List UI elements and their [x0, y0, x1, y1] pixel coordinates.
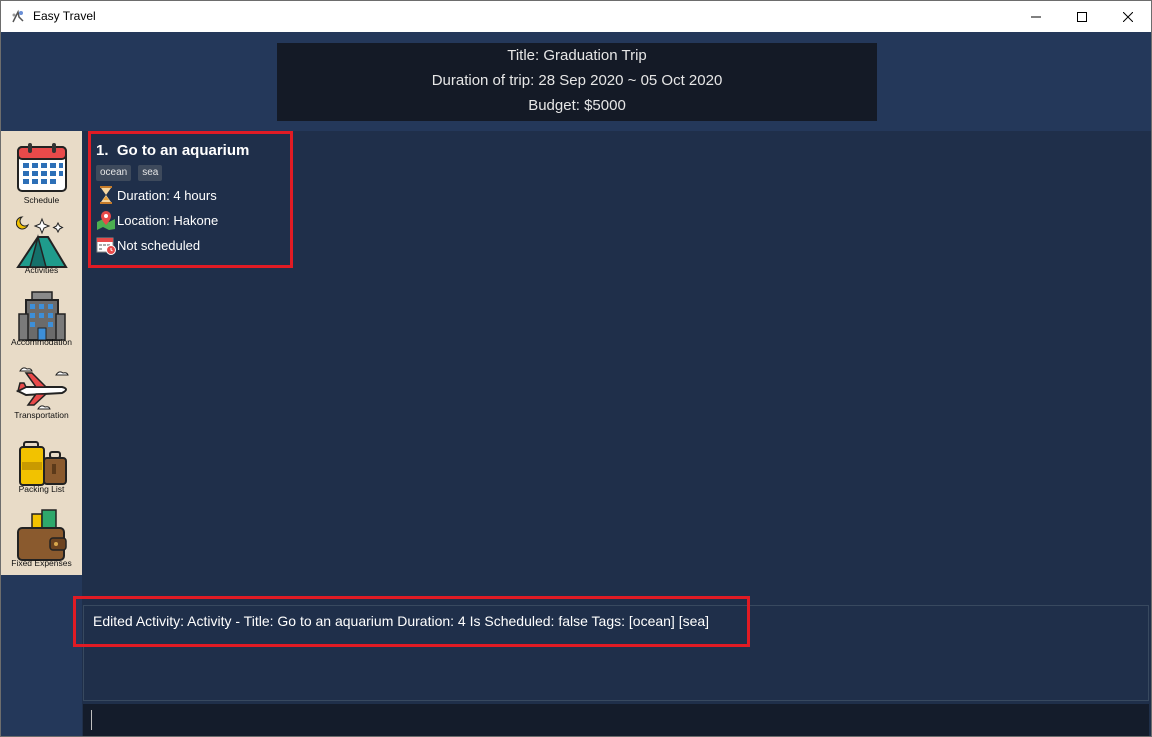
sidebar-item-label: Activities — [24, 265, 59, 275]
sidebar-item-accommodation[interactable]: Accommodation — [1, 282, 82, 354]
close-icon — [1123, 12, 1133, 22]
sidebar: Schedule Activities Accommodation Transp… — [1, 131, 82, 575]
command-box[interactable] — [83, 704, 1149, 736]
sidebar-item-activities[interactable]: Activities — [1, 209, 82, 281]
result-display: Edited Activity: Activity - Title: Go to… — [83, 605, 1149, 701]
trip-title: Title: Graduation Trip — [507, 47, 647, 64]
sidebar-item-transportation[interactable]: Transportation — [1, 355, 82, 427]
header-band: Title: Graduation Trip Duration of trip:… — [1, 32, 1151, 131]
tent-icon — [16, 216, 68, 268]
wallet-icon — [17, 509, 67, 561]
activity-title: 1. Go to an aquarium — [96, 142, 250, 159]
sidebar-item-schedule[interactable]: Schedule — [1, 136, 82, 208]
hotel-icon — [18, 291, 66, 341]
map-pin-icon — [96, 210, 116, 230]
calendar-icon — [17, 143, 67, 192]
maximize-icon — [1077, 12, 1087, 22]
sidebar-item-label: Schedule — [23, 195, 60, 205]
schedule-text: Not scheduled — [117, 237, 201, 253]
minimize-icon — [1031, 16, 1041, 18]
activity-card[interactable]: 1. Go to an aquarium ocean sea Duration:… — [88, 134, 288, 266]
sidebar-item-label: Accommodation — [11, 337, 72, 347]
activity-duration: Duration: 4 hours — [96, 184, 217, 206]
sidebar-item-label: Transportation — [14, 410, 69, 420]
airplane-icon — [16, 367, 69, 410]
tag-list: ocean sea — [96, 165, 163, 181]
window-title: Easy Travel — [33, 9, 96, 23]
sidebar-item-packing-list[interactable]: Packing List — [1, 428, 82, 500]
close-button[interactable] — [1105, 1, 1151, 33]
sidebar-item-label: Packing List — [18, 484, 65, 494]
tag-badge: ocean — [96, 165, 132, 181]
title-bar: Easy Travel — [1, 0, 1151, 33]
trip-info-panel: Title: Graduation Trip Duration of trip:… — [277, 43, 877, 121]
tag-badge: sea — [138, 165, 163, 181]
hourglass-icon — [96, 185, 116, 205]
location-text: Location: Hakone — [117, 212, 219, 228]
calendar-clock-icon — [96, 235, 116, 255]
activity-schedule-status: Not scheduled — [96, 234, 200, 256]
sidebar-footer — [1, 575, 82, 736]
luggage-icon — [19, 441, 67, 486]
minimize-button[interactable] — [1013, 1, 1059, 33]
trip-budget: Budget: $5000 — [528, 97, 626, 114]
duration-text: Duration: 4 hours — [117, 187, 217, 203]
text-caret — [91, 710, 92, 730]
app-window: Easy Travel Title: Graduation Trip Durat… — [0, 0, 1152, 737]
trip-duration: Duration of trip: 28 Sep 2020 ~ 05 Oct 2… — [431, 72, 723, 89]
sidebar-item-fixed-expenses[interactable]: Fixed Expenses — [1, 502, 82, 574]
app-logo-icon — [10, 9, 26, 25]
maximize-button[interactable] — [1059, 1, 1105, 33]
activity-location: Location: Hakone — [96, 209, 218, 231]
command-input[interactable] — [89, 710, 1139, 730]
activity-list-panel[interactable]: 1. Go to an aquarium ocean sea Duration:… — [82, 131, 1151, 605]
result-message: Edited Activity: Activity - Title: Go to… — [93, 613, 710, 629]
sidebar-item-label: Fixed Expenses — [11, 558, 72, 568]
